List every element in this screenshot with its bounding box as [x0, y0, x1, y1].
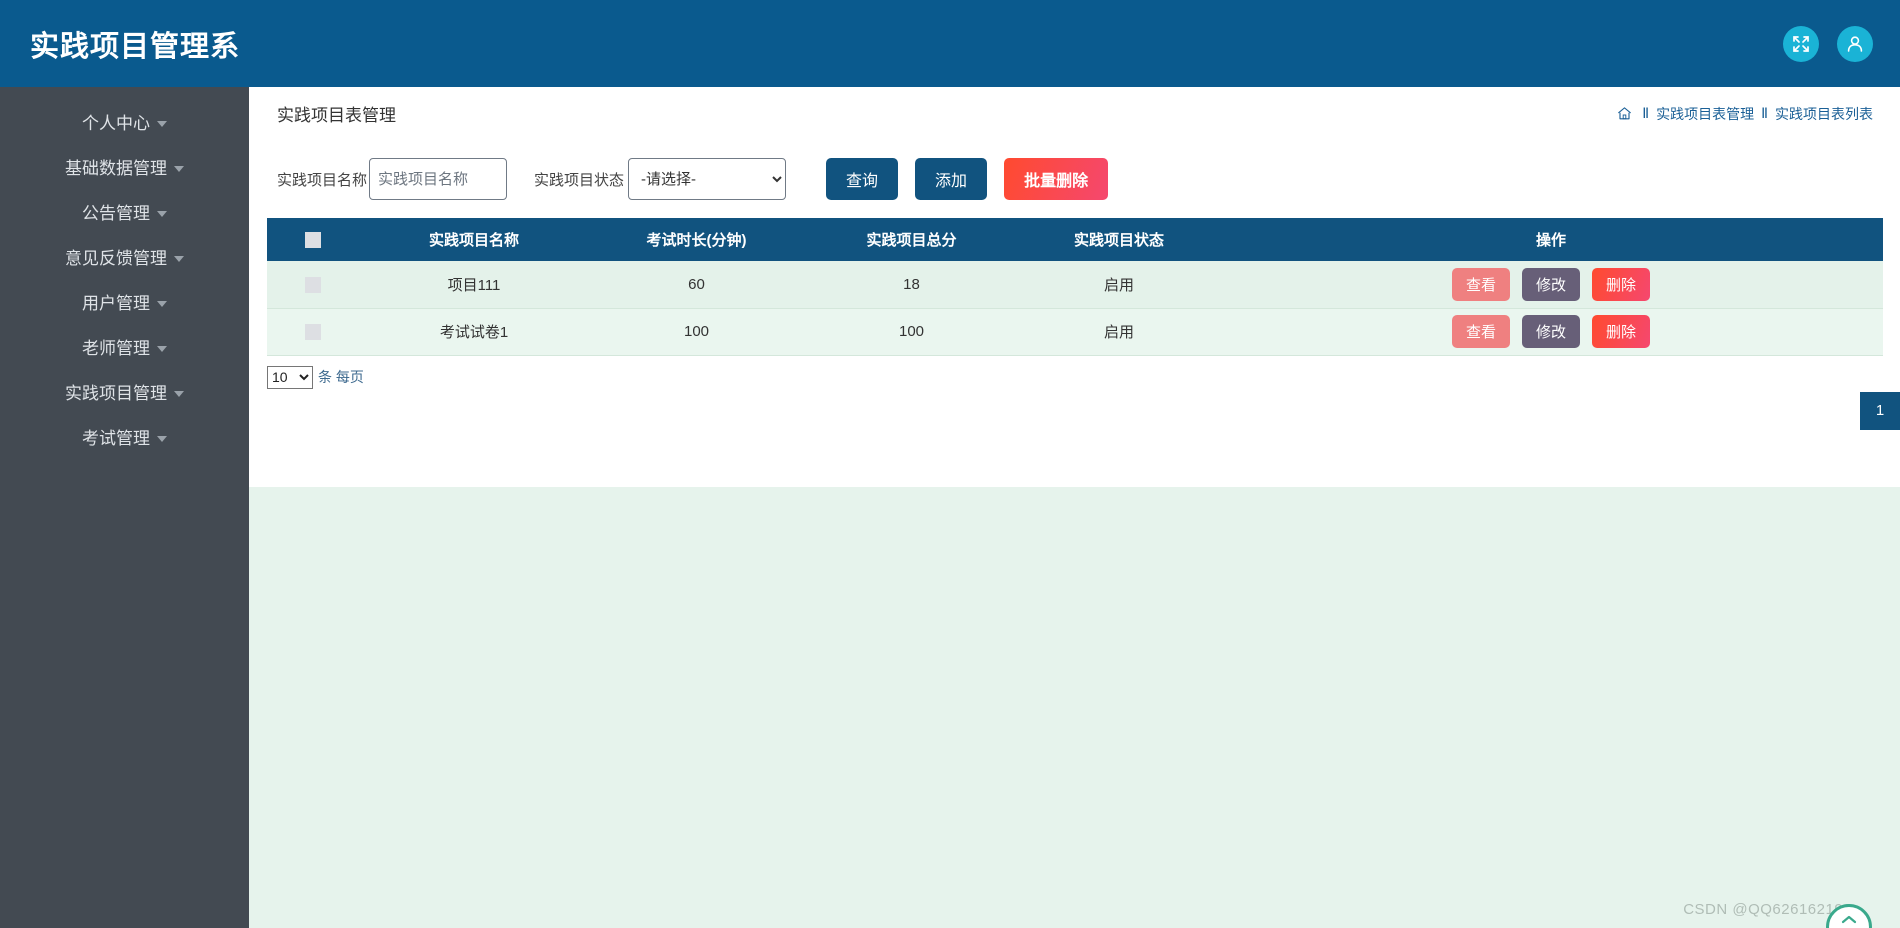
page-title: 实践项目表管理: [277, 106, 396, 125]
content-area: 实践项目表管理 Ⅱ 实践项目表管理 Ⅱ 实践项目表列表 实践项目名称 实践项目名…: [249, 87, 1900, 928]
cell-project-name: 项目111: [359, 261, 589, 309]
cell-status: 启用: [1019, 261, 1219, 309]
projects-table: 实践项目名称 考试时长(分钟) 实践项目总分 实践项目状态 操作 项目111 6…: [267, 218, 1883, 356]
delete-button[interactable]: 删除: [1592, 267, 1650, 301]
header-actions: [1783, 25, 1873, 62]
sidebar-item-base-data[interactable]: 基础数据管理: [0, 144, 249, 189]
view-button[interactable]: 查看: [1452, 315, 1510, 348]
pagination-bar: 10 20 50 100 条 每页 1: [249, 356, 1900, 430]
sidebar-item-label: 基础数据管理: [65, 159, 167, 178]
top-header-bar: 实践项目管理系: [0, 0, 1900, 87]
page-size-select[interactable]: 10 20 50 100: [267, 365, 313, 389]
breadcrumb-separator: Ⅱ: [1761, 105, 1768, 121]
cell-operations: 查看 修改 删除: [1219, 261, 1883, 309]
filter-bar: 实践项目名称 实践项目状态 -请选择- 启用 禁用 查询 添加 批量删除: [249, 140, 1900, 218]
breadcrumb-item-0[interactable]: 实践项目表管理: [1656, 104, 1754, 124]
sidebar-item-label: 用户管理: [82, 294, 150, 313]
breadcrumb: Ⅱ 实践项目表管理 Ⅱ 实践项目表列表: [1617, 104, 1873, 124]
sidebar-item-label: 老师管理: [82, 339, 150, 358]
view-button[interactable]: 查看: [1452, 267, 1510, 301]
table-head: 实践项目名称 考试时长(分钟) 实践项目总分 实践项目状态 操作: [267, 218, 1883, 261]
project-name-input[interactable]: [369, 158, 508, 200]
chevron-down-icon: [157, 435, 167, 442]
chevron-down-icon: [174, 390, 184, 397]
sidebar-item-exam-management[interactable]: 考试管理: [0, 414, 249, 459]
home-icon[interactable]: [1617, 106, 1632, 121]
row-checkbox-cell: [267, 261, 359, 309]
panel-header: 实践项目表管理 Ⅱ 实践项目表管理 Ⅱ 实践项目表列表: [249, 87, 1900, 140]
user-avatar-icon[interactable]: [1837, 25, 1873, 62]
sidebar-item-practice-project[interactable]: 实践项目管理: [0, 369, 249, 414]
sidebar-item-label: 公告管理: [82, 204, 150, 223]
select-all-checkbox[interactable]: [305, 232, 321, 249]
cell-status: 启用: [1019, 308, 1219, 356]
column-header-operations: 操作: [1219, 218, 1883, 261]
chevron-down-icon: [174, 165, 184, 172]
chevron-down-icon: [157, 345, 167, 352]
breadcrumb-separator: Ⅱ: [1642, 105, 1650, 121]
sidebar-item-label: 意见反馈管理: [65, 249, 167, 268]
column-header-name: 实践项目名称: [359, 218, 589, 261]
cell-operations: 查看 修改 删除: [1219, 308, 1883, 356]
select-all-header: [267, 218, 359, 261]
chevron-down-icon: [157, 300, 167, 307]
cell-project-name: 考试试卷1: [359, 308, 589, 356]
row-action-group: 查看 修改 删除: [1220, 315, 1882, 348]
edit-button[interactable]: 修改: [1522, 267, 1580, 301]
table-row[interactable]: 项目111 60 18 启用 查看 修改 删除: [267, 261, 1883, 309]
per-page-label: 条 每页: [318, 369, 364, 385]
chevron-down-icon: [174, 255, 184, 262]
breadcrumb-item-1[interactable]: 实践项目表列表: [1775, 104, 1873, 124]
sidebar-item-personal-center[interactable]: 个人中心: [0, 99, 249, 144]
table-body: 项目111 60 18 启用 查看 修改 删除 考试试卷1 100 100 启用…: [267, 261, 1883, 356]
csdn-watermark: CSDN @QQ626162193: [1683, 901, 1852, 918]
edit-button[interactable]: 修改: [1522, 315, 1580, 348]
cell-total-score: 100: [804, 308, 1019, 356]
table-container: 实践项目名称 考试时长(分钟) 实践项目总分 实践项目状态 操作 项目111 6…: [249, 218, 1900, 356]
cell-duration: 60: [589, 261, 804, 309]
project-status-select[interactable]: -请选择- 启用 禁用: [628, 158, 787, 200]
cell-total-score: 18: [804, 261, 1019, 309]
batch-delete-button[interactable]: 批量删除: [1004, 158, 1109, 200]
row-checkbox[interactable]: [305, 324, 321, 341]
sidebar-item-feedback[interactable]: 意见反馈管理: [0, 234, 249, 279]
sidebar-nav: 个人中心 基础数据管理 公告管理 意见反馈管理 用户管理 老师管理 实践项目管理: [0, 87, 249, 928]
sidebar-item-label: 考试管理: [82, 429, 150, 448]
chevron-down-icon: [157, 210, 167, 217]
column-header-total-score: 实践项目总分: [804, 218, 1019, 261]
table-row[interactable]: 考试试卷1 100 100 启用 查看 修改 删除: [267, 308, 1883, 356]
sidebar-item-announcement[interactable]: 公告管理: [0, 189, 249, 234]
column-header-status: 实践项目状态: [1019, 218, 1219, 261]
sidebar-item-label: 实践项目管理: [65, 384, 167, 403]
column-header-duration: 考试时长(分钟): [589, 218, 804, 261]
delete-button[interactable]: 删除: [1592, 315, 1650, 348]
table-header-row: 实践项目名称 考试时长(分钟) 实践项目总分 实践项目状态 操作: [267, 218, 1883, 261]
chevron-down-icon: [157, 120, 167, 127]
sidebar-item-teacher-management[interactable]: 老师管理: [0, 324, 249, 369]
app-root: 实践项目管理系 个人中心 基础数据管理 公告管理 意见反馈管理 用户管理 老师管…: [0, 0, 1900, 928]
sidebar-item-user-management[interactable]: 用户管理: [0, 279, 249, 324]
row-checkbox-cell: [267, 308, 359, 356]
fullscreen-icon[interactable]: [1783, 25, 1819, 62]
sidebar-item-label: 个人中心: [82, 114, 150, 133]
row-action-group: 查看 修改 删除: [1220, 267, 1882, 301]
app-title: 实践项目管理系: [30, 30, 241, 63]
project-name-label: 实践项目名称: [277, 171, 368, 189]
project-status-label: 实践项目状态: [534, 171, 625, 189]
row-checkbox[interactable]: [305, 276, 321, 293]
cell-duration: 100: [589, 308, 804, 356]
query-button[interactable]: 查询: [826, 158, 899, 200]
page-number-1[interactable]: 1: [1860, 391, 1900, 430]
add-button[interactable]: 添加: [915, 158, 988, 200]
main-panel: 实践项目表管理 Ⅱ 实践项目表管理 Ⅱ 实践项目表列表 实践项目名称 实践项目名…: [249, 87, 1900, 487]
